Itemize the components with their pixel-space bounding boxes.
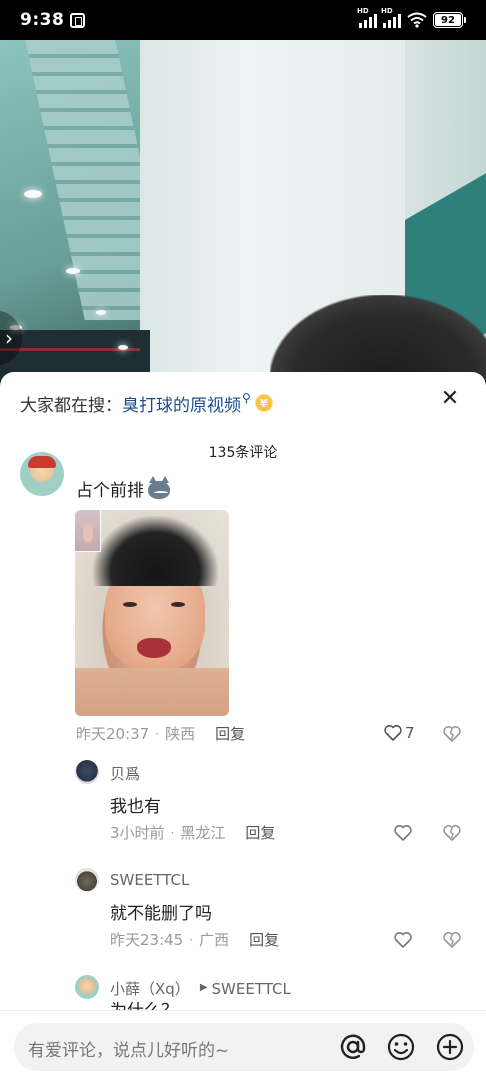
battery-icon: 92 <box>433 12 466 28</box>
comment-image[interactable] <box>75 510 229 716</box>
reply-time: 昨天23:45 <box>110 931 184 949</box>
reply-author-line: 小薛（Xq） ▶ SWEETTCL <box>110 978 291 999</box>
reply-button[interactable]: 回复 <box>245 822 275 843</box>
like-count: 7 <box>405 724 415 742</box>
trending-search[interactable]: 大家都在搜： 臭打球的原视频 ⚲ ¥ <box>20 390 466 416</box>
signal-icon: HD <box>357 7 377 28</box>
comment-text: 占个前排 <box>76 475 172 501</box>
notification-icon <box>70 12 86 28</box>
status-time: 9:38 <box>20 10 65 30</box>
reply-author[interactable]: SWEETTCL <box>110 871 189 889</box>
add-icon[interactable] <box>433 1030 467 1064</box>
reply-to-arrow-icon: ▶ <box>199 982 208 993</box>
avatar[interactable] <box>75 760 99 784</box>
comment-body: 占个前排 <box>76 481 144 501</box>
coin-icon: ¥ <box>254 394 273 412</box>
status-icons: HD HD 92 <box>357 7 466 28</box>
broken-heart-icon[interactable] <box>442 930 462 950</box>
like-button[interactable]: 7 <box>383 723 415 743</box>
reply-meta: 昨天23:45 · 广西 回复 <box>110 929 280 950</box>
avatar[interactable] <box>75 975 99 999</box>
heart-icon[interactable] <box>393 823 413 843</box>
comment-sheet: 大家都在搜： 臭打球的原视频 ⚲ ¥ ✕ 135条评论 占个前排 昨天20:37… <box>0 372 486 1080</box>
comment-input-placeholder: 有爱评论，说点儿好听的~ <box>28 1041 230 1061</box>
wifi-icon <box>407 12 427 28</box>
comment-time: 昨天20:37 <box>76 725 150 743</box>
broken-heart-icon[interactable] <box>442 823 462 843</box>
signal-hd-label-2: HD <box>381 7 393 15</box>
search-term-link[interactable]: 臭打球的原视频 <box>122 391 241 416</box>
reply-time: 3小时前 <box>110 824 165 842</box>
search-icon: ⚲ <box>242 391 251 405</box>
reply-location: 广西 <box>199 931 230 949</box>
comment-meta: 昨天20:37 · 陕西 回复 <box>76 723 246 744</box>
video-player[interactable]: › <box>0 40 486 380</box>
husky-sticker-icon <box>146 475 172 500</box>
comment-input[interactable]: 有爱评论，说点儿好听的~ <box>14 1023 474 1071</box>
search-prefix: 大家都在搜： <box>20 395 122 416</box>
picture-in-picture-thumbnail <box>75 510 101 552</box>
comment-count: 135条评论 <box>208 445 278 461</box>
reply-author[interactable]: 贝爲 <box>110 763 140 784</box>
reply-button[interactable]: 回复 <box>215 723 245 744</box>
reply-text: 就不能删了吗 <box>110 904 212 924</box>
avatar[interactable] <box>75 868 99 892</box>
comment-location: 陕西 <box>165 725 196 743</box>
broken-heart-icon[interactable] <box>442 724 462 744</box>
reply-to-author[interactable]: SWEETTCL <box>212 980 291 998</box>
emoji-icon[interactable] <box>384 1030 418 1064</box>
signal-icon-2: HD <box>381 7 401 28</box>
signal-hd-label: HD <box>357 7 369 15</box>
status-bar: 9:38 HD HD 92 <box>0 0 486 40</box>
reply-text: 我也有 <box>110 797 161 817</box>
comment-input-bar: 有爱评论，说点儿好听的~ <box>0 1010 486 1080</box>
avatar[interactable] <box>20 452 64 496</box>
reply-author[interactable]: 小薛（Xq） <box>110 978 190 999</box>
close-button[interactable]: ✕ <box>438 386 462 411</box>
at-icon[interactable] <box>336 1030 370 1064</box>
battery-level: 92 <box>441 14 455 26</box>
reply-meta: 3小时前 · 黑龙江 回复 <box>110 822 276 843</box>
reply-button[interactable]: 回复 <box>249 929 279 950</box>
heart-icon <box>384 725 402 741</box>
heart-icon[interactable] <box>393 930 413 950</box>
reply-location: 黑龙江 <box>180 824 226 842</box>
